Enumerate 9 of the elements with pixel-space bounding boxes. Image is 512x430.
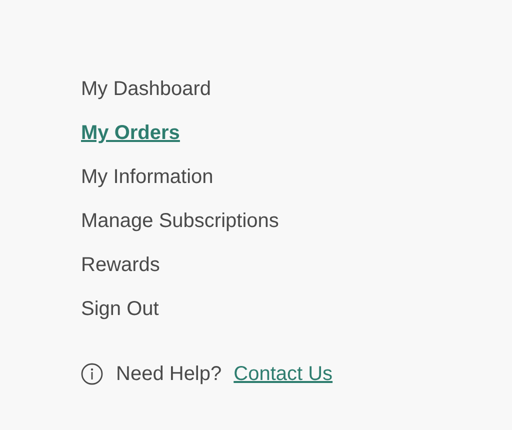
nav-link[interactable]: My Orders: [81, 111, 180, 155]
nav-link[interactable]: Rewards: [81, 243, 160, 287]
nav-link[interactable]: Manage Subscriptions: [81, 199, 279, 243]
contact-link[interactable]: Contact Us: [234, 359, 333, 389]
info-icon: [81, 363, 103, 385]
help-text: Need Help?: [116, 362, 222, 387]
nav-link[interactable]: My Dashboard: [81, 67, 212, 111]
nav-link[interactable]: Sign Out: [81, 287, 159, 331]
nav-link[interactable]: My Information: [81, 155, 214, 199]
